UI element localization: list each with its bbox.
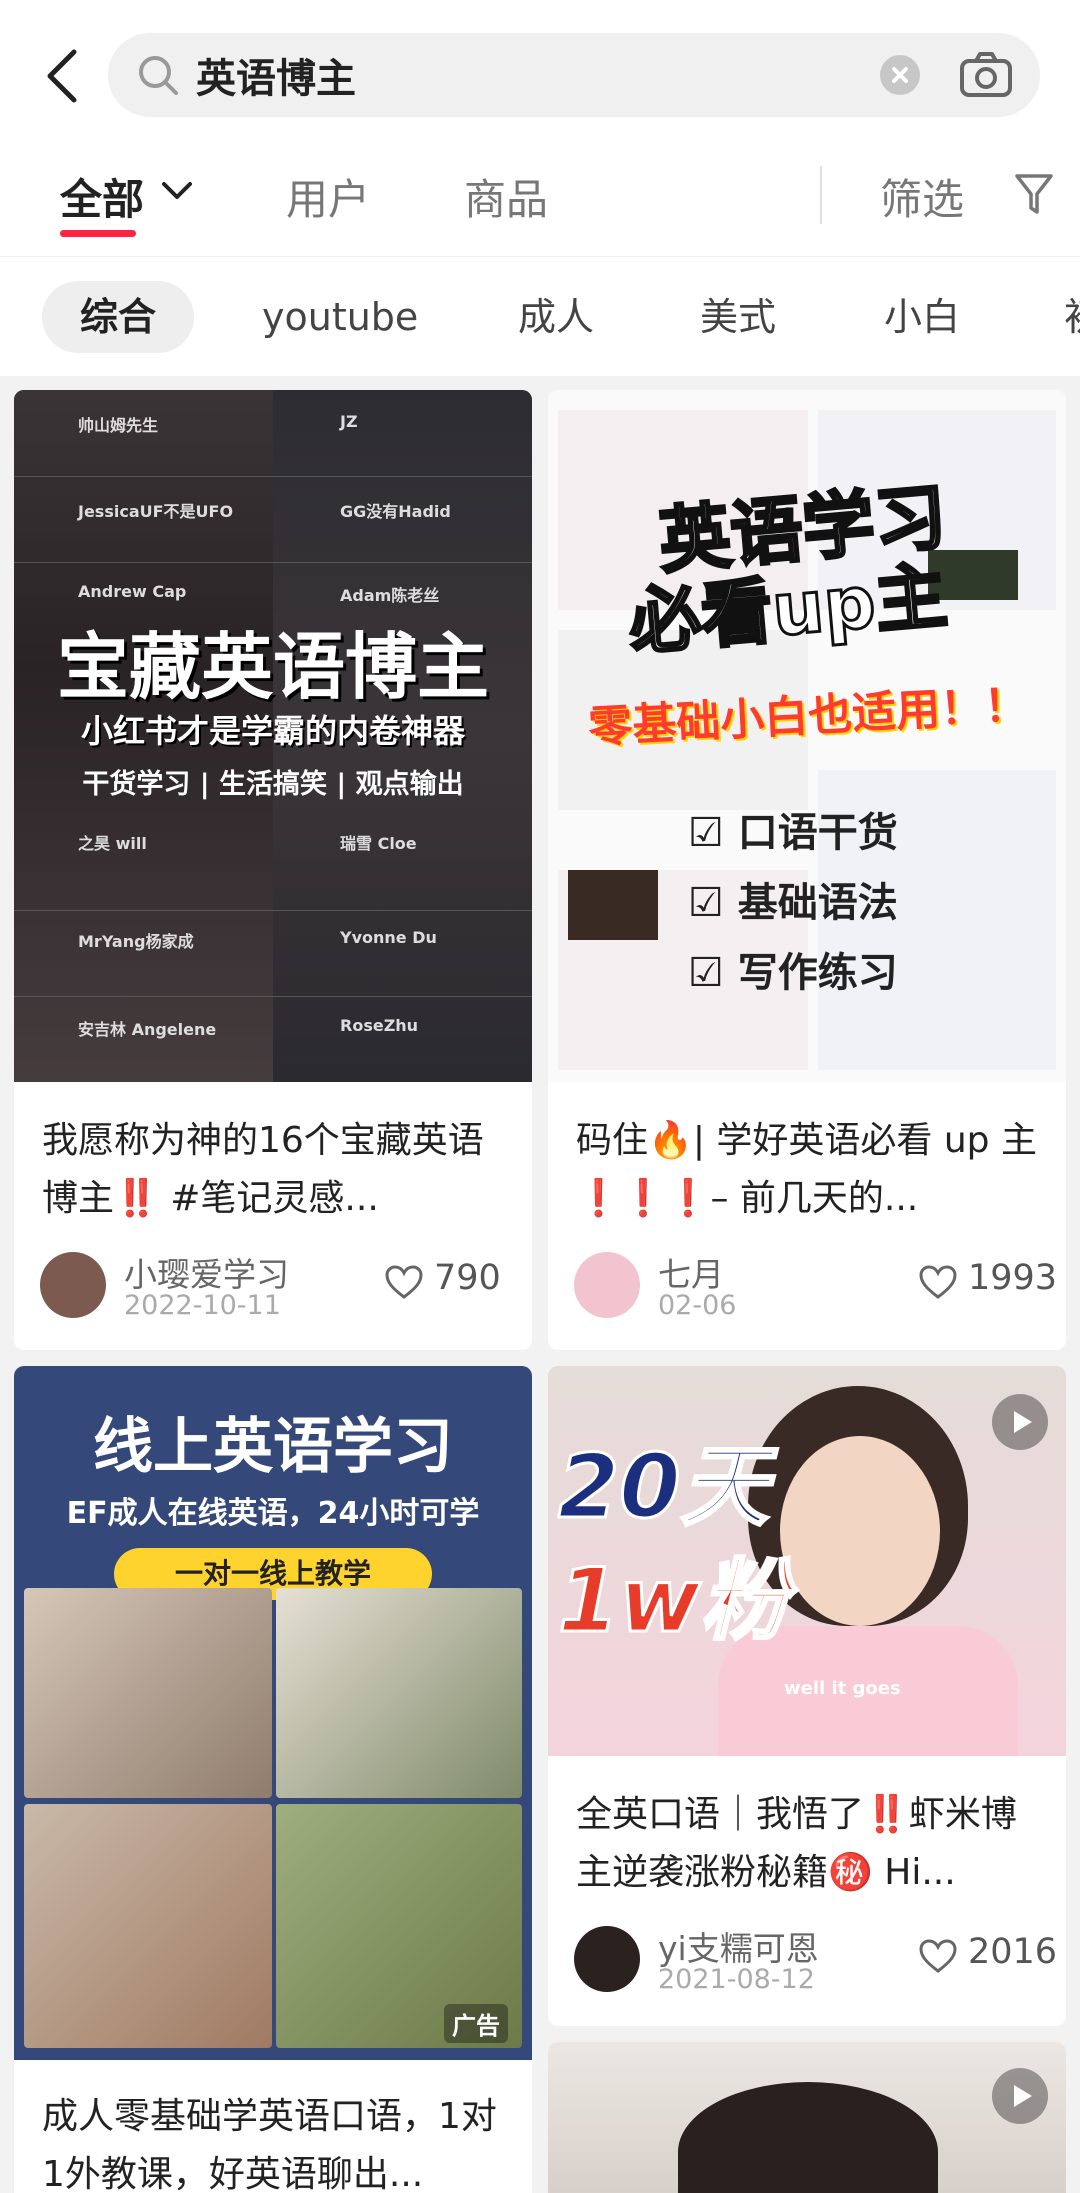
filter-label: 筛选 [880, 175, 965, 224]
avatar[interactable] [574, 1252, 640, 1318]
note-cover-image: 帅山姆先生 JZ JessicaUF不是UFO GG没有Hadid Andrew… [14, 390, 532, 1082]
cover-name: MrYang杨家成 [78, 932, 194, 951]
note-title: 码住🔥| 学好英语必看 up 主❗️❗️❗️– 前几天的... [576, 1120, 1037, 1219]
clear-search-button[interactable] [880, 55, 920, 95]
note-title: 我愿称为神的16个宝藏英语博主‼️ #笔记灵感... [42, 1120, 484, 1219]
note-card[interactable] [548, 2042, 1066, 2193]
image-search-button[interactable] [958, 49, 1014, 101]
close-icon [892, 67, 908, 83]
cover-name: GG没有Hadid [340, 502, 451, 521]
tab-all[interactable]: 全部 [60, 166, 144, 227]
author-row[interactable]: yi支糯可恩 2021-08-12 2016 [574, 1926, 1057, 1996]
chip-partial[interactable]: 初 [1064, 281, 1080, 353]
note-cover-image: 线上英语学习 EF成人在线英语，24小时可学 一对一线上教学 广告 [14, 1366, 532, 2060]
chip-adult[interactable]: 成人 [518, 281, 594, 353]
chip-american[interactable]: 美式 [700, 281, 776, 353]
cover-check-item: ☑ 口语干货 [688, 810, 898, 856]
result-tabs: 全部 用户 商品 筛选 [0, 150, 1080, 256]
note-cover-image [548, 2042, 1066, 2193]
tab-users[interactable]: 用户 [286, 166, 370, 227]
author-name[interactable]: 小璎爱学习 [124, 1248, 289, 1296]
cover-subline: 小红书才是学霸的内卷神器 [80, 712, 465, 750]
keyword-chips: 综合 youtube 成人 美式 小白 初 [0, 256, 1080, 376]
cover-caption: well it goes [784, 1678, 901, 1699]
author-name[interactable]: yi支糯可恩 [658, 1922, 819, 1970]
avatar[interactable] [574, 1926, 640, 1992]
play-icon[interactable] [992, 1394, 1048, 1450]
like-count: 1993 [968, 1258, 1058, 1298]
like-count: 790 [434, 1258, 501, 1298]
play-icon[interactable] [992, 2068, 1048, 2124]
note-card[interactable]: 20天 1w粉 well it goes 全英口语｜我悟了‼️虾米博主逆袭涨粉秘… [548, 1366, 1066, 2026]
divider [820, 166, 822, 224]
search-icon [139, 56, 178, 95]
post-date: 02-06 [658, 1290, 737, 1321]
cover-check-item: ☑ 写作练习 [688, 950, 898, 996]
note-card[interactable]: 帅山姆先生 JZ JessicaUF不是UFO GG没有Hadid Andrew… [14, 390, 532, 1350]
back-arrow-icon [47, 49, 77, 103]
author-row[interactable]: 七月 02-06 1993 [574, 1252, 1057, 1322]
chip-comprehensive[interactable]: 综合 [42, 281, 195, 353]
heart-icon[interactable] [384, 1264, 424, 1300]
ad-badge: 广告 [444, 2004, 508, 2043]
cover-name: 瑞雪 Cloe [340, 834, 417, 853]
like-count: 2016 [968, 1932, 1058, 1972]
filter-icon [1015, 174, 1053, 214]
tab-products[interactable]: 商品 [464, 166, 548, 227]
author-row[interactable]: 小璎爱学习 2022-10-11 790 [40, 1252, 510, 1322]
chip-youtube[interactable]: youtube [262, 281, 418, 353]
cover-tagline: 干货学习 | 生活搞笑 | 观点输出 [82, 769, 464, 800]
search-bar[interactable] [108, 33, 1040, 117]
cover-headline: 宝藏英语博主 [56, 625, 489, 709]
cover-name: Adam陈老丝 [340, 586, 440, 605]
camera-icon [960, 52, 1012, 97]
post-date: 2021-08-12 [658, 1964, 815, 1995]
cover-headline: 线上英语学习 [93, 1412, 453, 1482]
note-title: 成人零基础学英语口语，1对1外教课，好英语聊出... [42, 2096, 497, 2193]
search-input[interactable] [196, 47, 836, 103]
cover-check-item: ☑ 基础语法 [688, 880, 898, 926]
cover-name: Andrew Cap [78, 582, 187, 601]
avatar[interactable] [40, 1252, 106, 1318]
filter-button[interactable]: 筛选 [880, 166, 1053, 224]
back-button[interactable] [40, 44, 84, 108]
active-tab-indicator [60, 230, 136, 237]
heart-icon[interactable] [918, 1264, 958, 1300]
cover-name: Yvonne Du [340, 928, 437, 947]
note-cover-image: 20天 1w粉 well it goes [548, 1366, 1066, 1756]
cover-name: JessicaUF不是UFO [78, 502, 234, 521]
cover-name: 帅山姆先生 [78, 416, 159, 435]
note-card[interactable]: 英语学习 必看up主 零基础小白也适用！！ ☑ 口语干货 ☑ 基础语法 ☑ 写作… [548, 390, 1066, 1350]
chevron-down-icon[interactable] [160, 180, 194, 202]
post-date: 2022-10-11 [124, 1290, 281, 1321]
author-name[interactable]: 七月 [658, 1248, 724, 1296]
cover-name: JZ [340, 412, 358, 431]
note-cover-image: 英语学习 必看up主 零基础小白也适用！！ ☑ 口语干货 ☑ 基础语法 ☑ 写作… [548, 390, 1066, 1082]
note-title: 全英口语｜我悟了‼️虾米博主逆袭涨粉秘籍㊙️ Hi... [576, 1794, 1017, 1893]
cover-name: RoseZhu [340, 1016, 419, 1035]
search-header: 全部 用户 商品 筛选 [0, 0, 1080, 256]
cover-subline: EF成人在线英语，24小时可学 [66, 1496, 480, 1531]
cover-line1: 20天 [556, 1434, 769, 1540]
ad-card[interactable]: 线上英语学习 EF成人在线英语，24小时可学 一对一线上教学 广告 成人零基础学… [14, 1366, 532, 2193]
cover-line2: 1w粉 [557, 1548, 791, 1654]
cover-name: 安吉林 Angelene [78, 1020, 217, 1039]
chip-beginner[interactable]: 小白 [884, 281, 960, 353]
heart-icon[interactable] [918, 1938, 958, 1974]
cover-name: 之昊 will [78, 834, 147, 853]
